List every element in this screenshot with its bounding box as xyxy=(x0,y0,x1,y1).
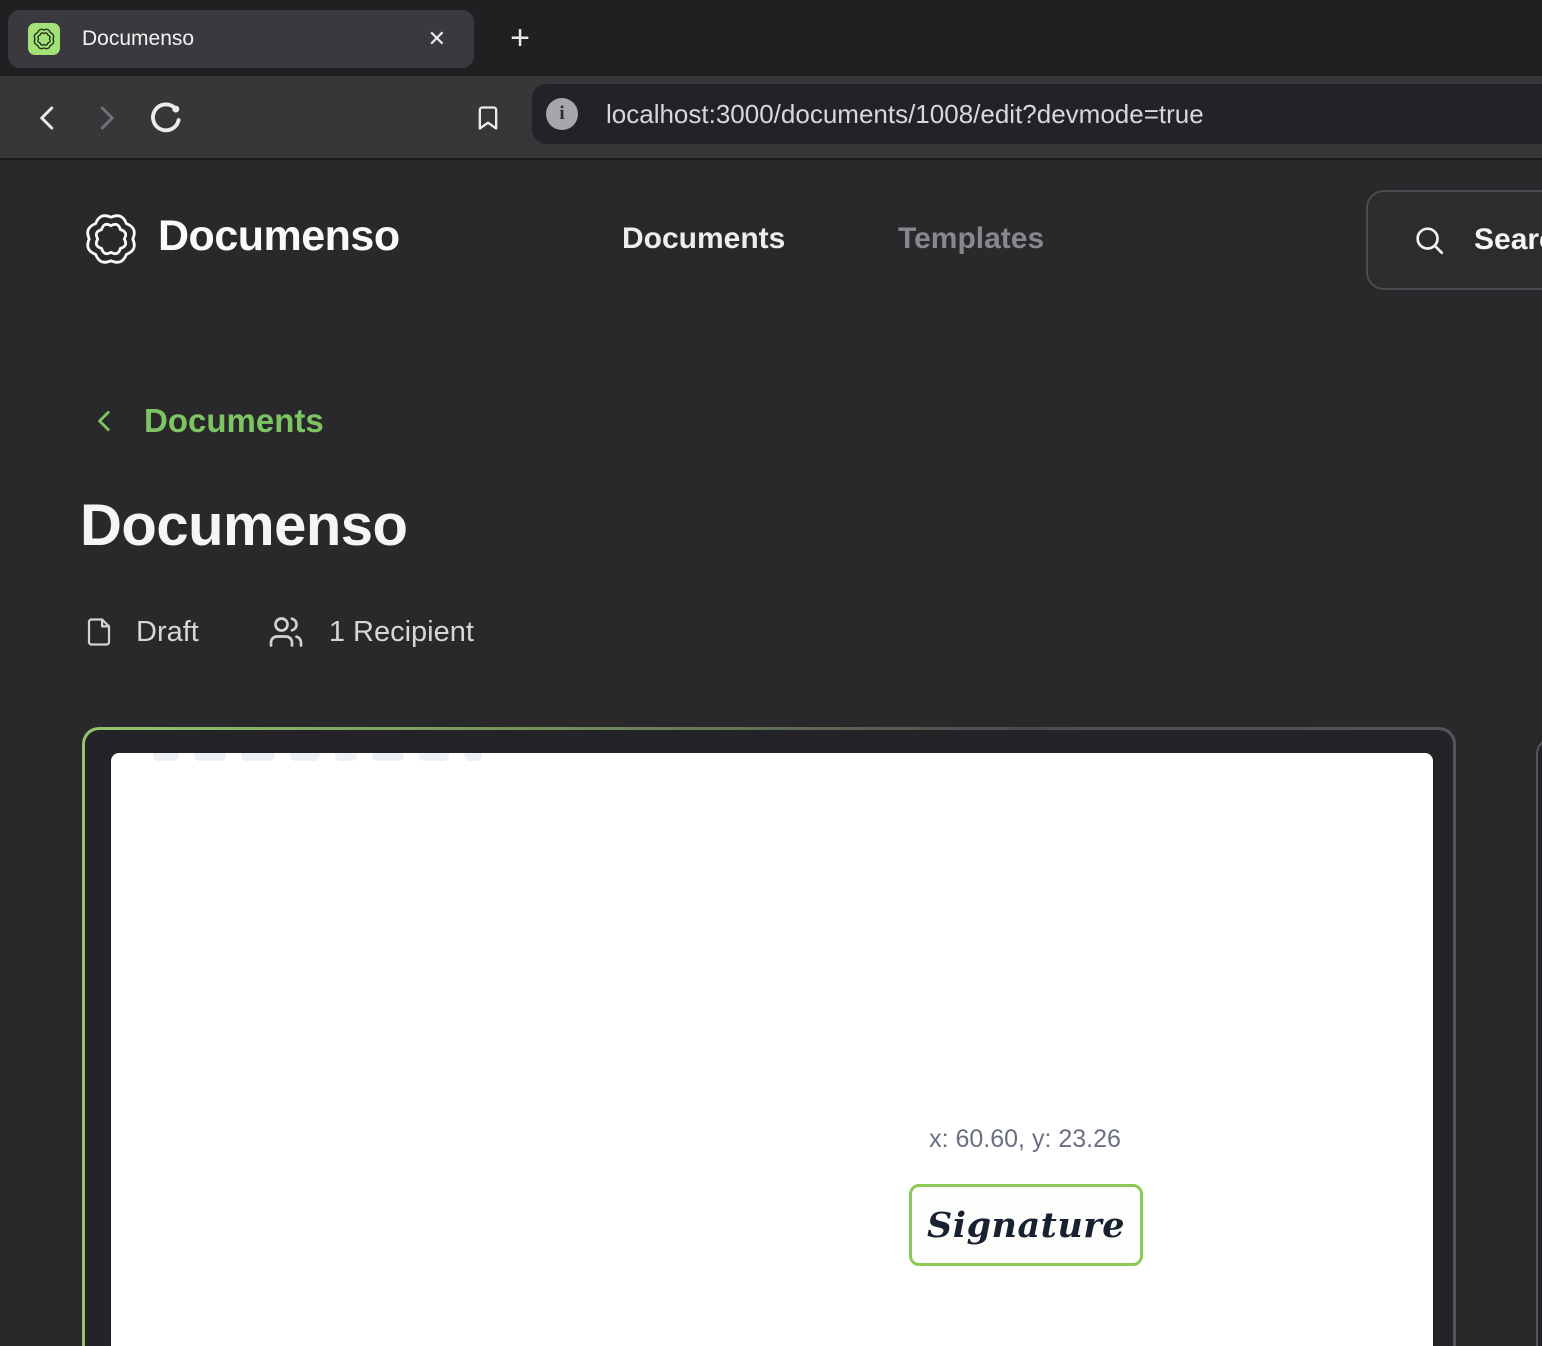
search-button[interactable]: Search xyxy=(1366,190,1542,290)
browser-toolbar: i localhost:3000/documents/1008/edit?dev… xyxy=(0,76,1542,160)
recipients-group: 1 Recipient xyxy=(265,614,474,650)
reload-button[interactable] xyxy=(138,76,194,160)
document-status-row: Draft 1 Recipient xyxy=(84,614,474,650)
site-info-icon[interactable]: i xyxy=(546,98,578,130)
breadcrumb-label[interactable]: Documents xyxy=(144,402,324,440)
right-side-panel-clipped xyxy=(1536,738,1542,1346)
document-title: Documenso xyxy=(80,492,407,559)
chevron-left-icon xyxy=(92,404,118,438)
forward-button[interactable] xyxy=(78,76,134,160)
url-bar[interactable]: i localhost:3000/documents/1008/edit?dev… xyxy=(532,84,1542,144)
signature-field[interactable]: Signature xyxy=(909,1184,1143,1266)
tab-title: Documenso xyxy=(82,27,420,51)
back-button[interactable] xyxy=(20,76,76,160)
recipients-count: 1 Recipient xyxy=(329,616,474,649)
page-top-artifact xyxy=(153,753,482,761)
nav-tab-documents[interactable]: Documents xyxy=(622,222,785,256)
documenso-logo-icon[interactable] xyxy=(82,210,140,268)
documenso-favicon-icon xyxy=(28,23,60,55)
url-text[interactable]: localhost:3000/documents/1008/edit?devmo… xyxy=(606,99,1204,130)
field-coordinate-label: x: 60.60, y: 23.26 xyxy=(929,1125,1121,1154)
brand-wordmark[interactable]: Documenso xyxy=(158,212,400,261)
document-editor-card-inner: x: 60.60, y: 23.26 Signature xyxy=(85,730,1453,1346)
search-icon xyxy=(1412,223,1446,257)
browser-tab[interactable]: Documenso ✕ xyxy=(8,10,474,68)
breadcrumb[interactable]: Documents xyxy=(92,402,324,440)
file-icon xyxy=(84,614,114,650)
signature-field-label: Signature xyxy=(927,1205,1125,1246)
status-badge: Draft xyxy=(136,616,199,649)
new-tab-button[interactable]: + xyxy=(500,14,540,62)
documenso-app: Documenso Documents Templates Search Doc… xyxy=(0,162,1542,1346)
tab-close-icon[interactable]: ✕ xyxy=(420,22,454,56)
browser-tab-strip: Documenso ✕ + xyxy=(0,0,1542,76)
browser-window: Documenso ✕ + i localhost:3000/documents… xyxy=(0,0,1542,1346)
search-button-label: Search xyxy=(1474,223,1542,257)
bookmark-icon[interactable] xyxy=(460,76,516,160)
nav-tab-templates[interactable]: Templates xyxy=(898,222,1044,256)
document-editor-card: x: 60.60, y: 23.26 Signature xyxy=(82,727,1456,1346)
users-icon xyxy=(265,614,307,650)
pdf-page[interactable]: x: 60.60, y: 23.26 Signature xyxy=(111,753,1433,1346)
